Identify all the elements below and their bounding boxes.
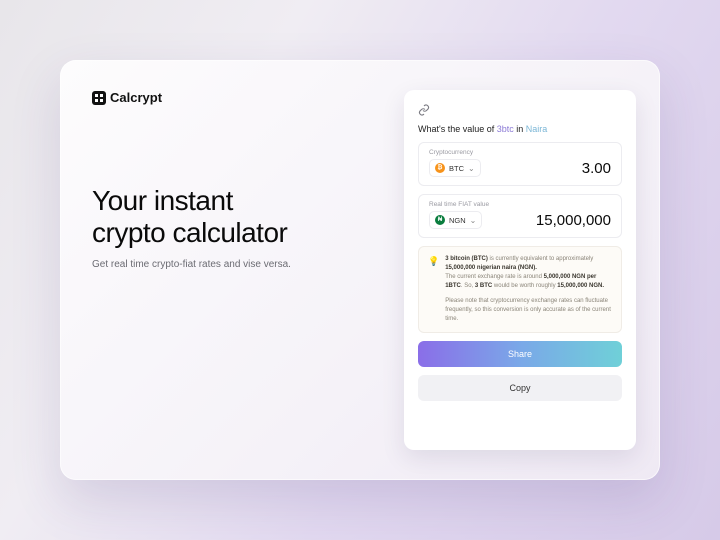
- lightbulb-icon: 💡: [428, 255, 439, 324]
- info-box: 💡 3 bitcoin (BTC) is currently equivalen…: [418, 246, 622, 333]
- fiat-label: Real time FIAT value: [429, 201, 611, 208]
- info-note: Please note that cryptocurrency exchange…: [445, 297, 612, 324]
- prompt-target: Naira: [526, 124, 548, 134]
- crypto-label: Cryptocurrency: [429, 149, 611, 156]
- hero-title-line2: crypto calculator: [92, 217, 287, 248]
- crypto-currency-select[interactable]: BTC ⌄: [429, 159, 481, 177]
- hero-section: Calcrypt Your instant crypto calculator …: [92, 90, 404, 450]
- copy-button[interactable]: Copy: [418, 375, 622, 401]
- link-icon[interactable]: [418, 104, 430, 116]
- brand-name: Calcrypt: [110, 90, 162, 105]
- crypto-amount[interactable]: 3.00: [582, 160, 611, 177]
- crypto-field: Cryptocurrency BTC ⌄ 3.00: [418, 142, 622, 186]
- chevron-down-icon: ⌄: [468, 164, 475, 173]
- fiat-field: Real time FIAT value NGN ⌄ 15,000,000: [418, 194, 622, 238]
- prompt-amount: 3btc: [497, 124, 514, 134]
- btc-icon: [435, 163, 445, 173]
- share-button[interactable]: Share: [418, 341, 622, 367]
- brand-icon: [92, 91, 106, 105]
- fiat-amount[interactable]: 15,000,000: [536, 212, 611, 229]
- ngn-icon: [435, 215, 445, 225]
- fiat-currency-select[interactable]: NGN ⌄: [429, 211, 482, 229]
- hero-title: Your instant crypto calculator: [92, 185, 404, 249]
- brand: Calcrypt: [92, 90, 404, 105]
- calculator-card: What's the value of 3btc in Naira Crypto…: [404, 90, 636, 450]
- hero-title-line1: Your instant: [92, 185, 233, 216]
- hero-subtitle: Get real time crypto-fiat rates and vise…: [92, 259, 404, 270]
- crypto-symbol: BTC: [449, 164, 464, 173]
- app-window: Calcrypt Your instant crypto calculator …: [60, 60, 660, 480]
- chevron-down-icon: ⌄: [470, 216, 477, 225]
- fiat-symbol: NGN: [449, 216, 466, 225]
- prompt-text: What's the value of 3btc in Naira: [418, 124, 622, 134]
